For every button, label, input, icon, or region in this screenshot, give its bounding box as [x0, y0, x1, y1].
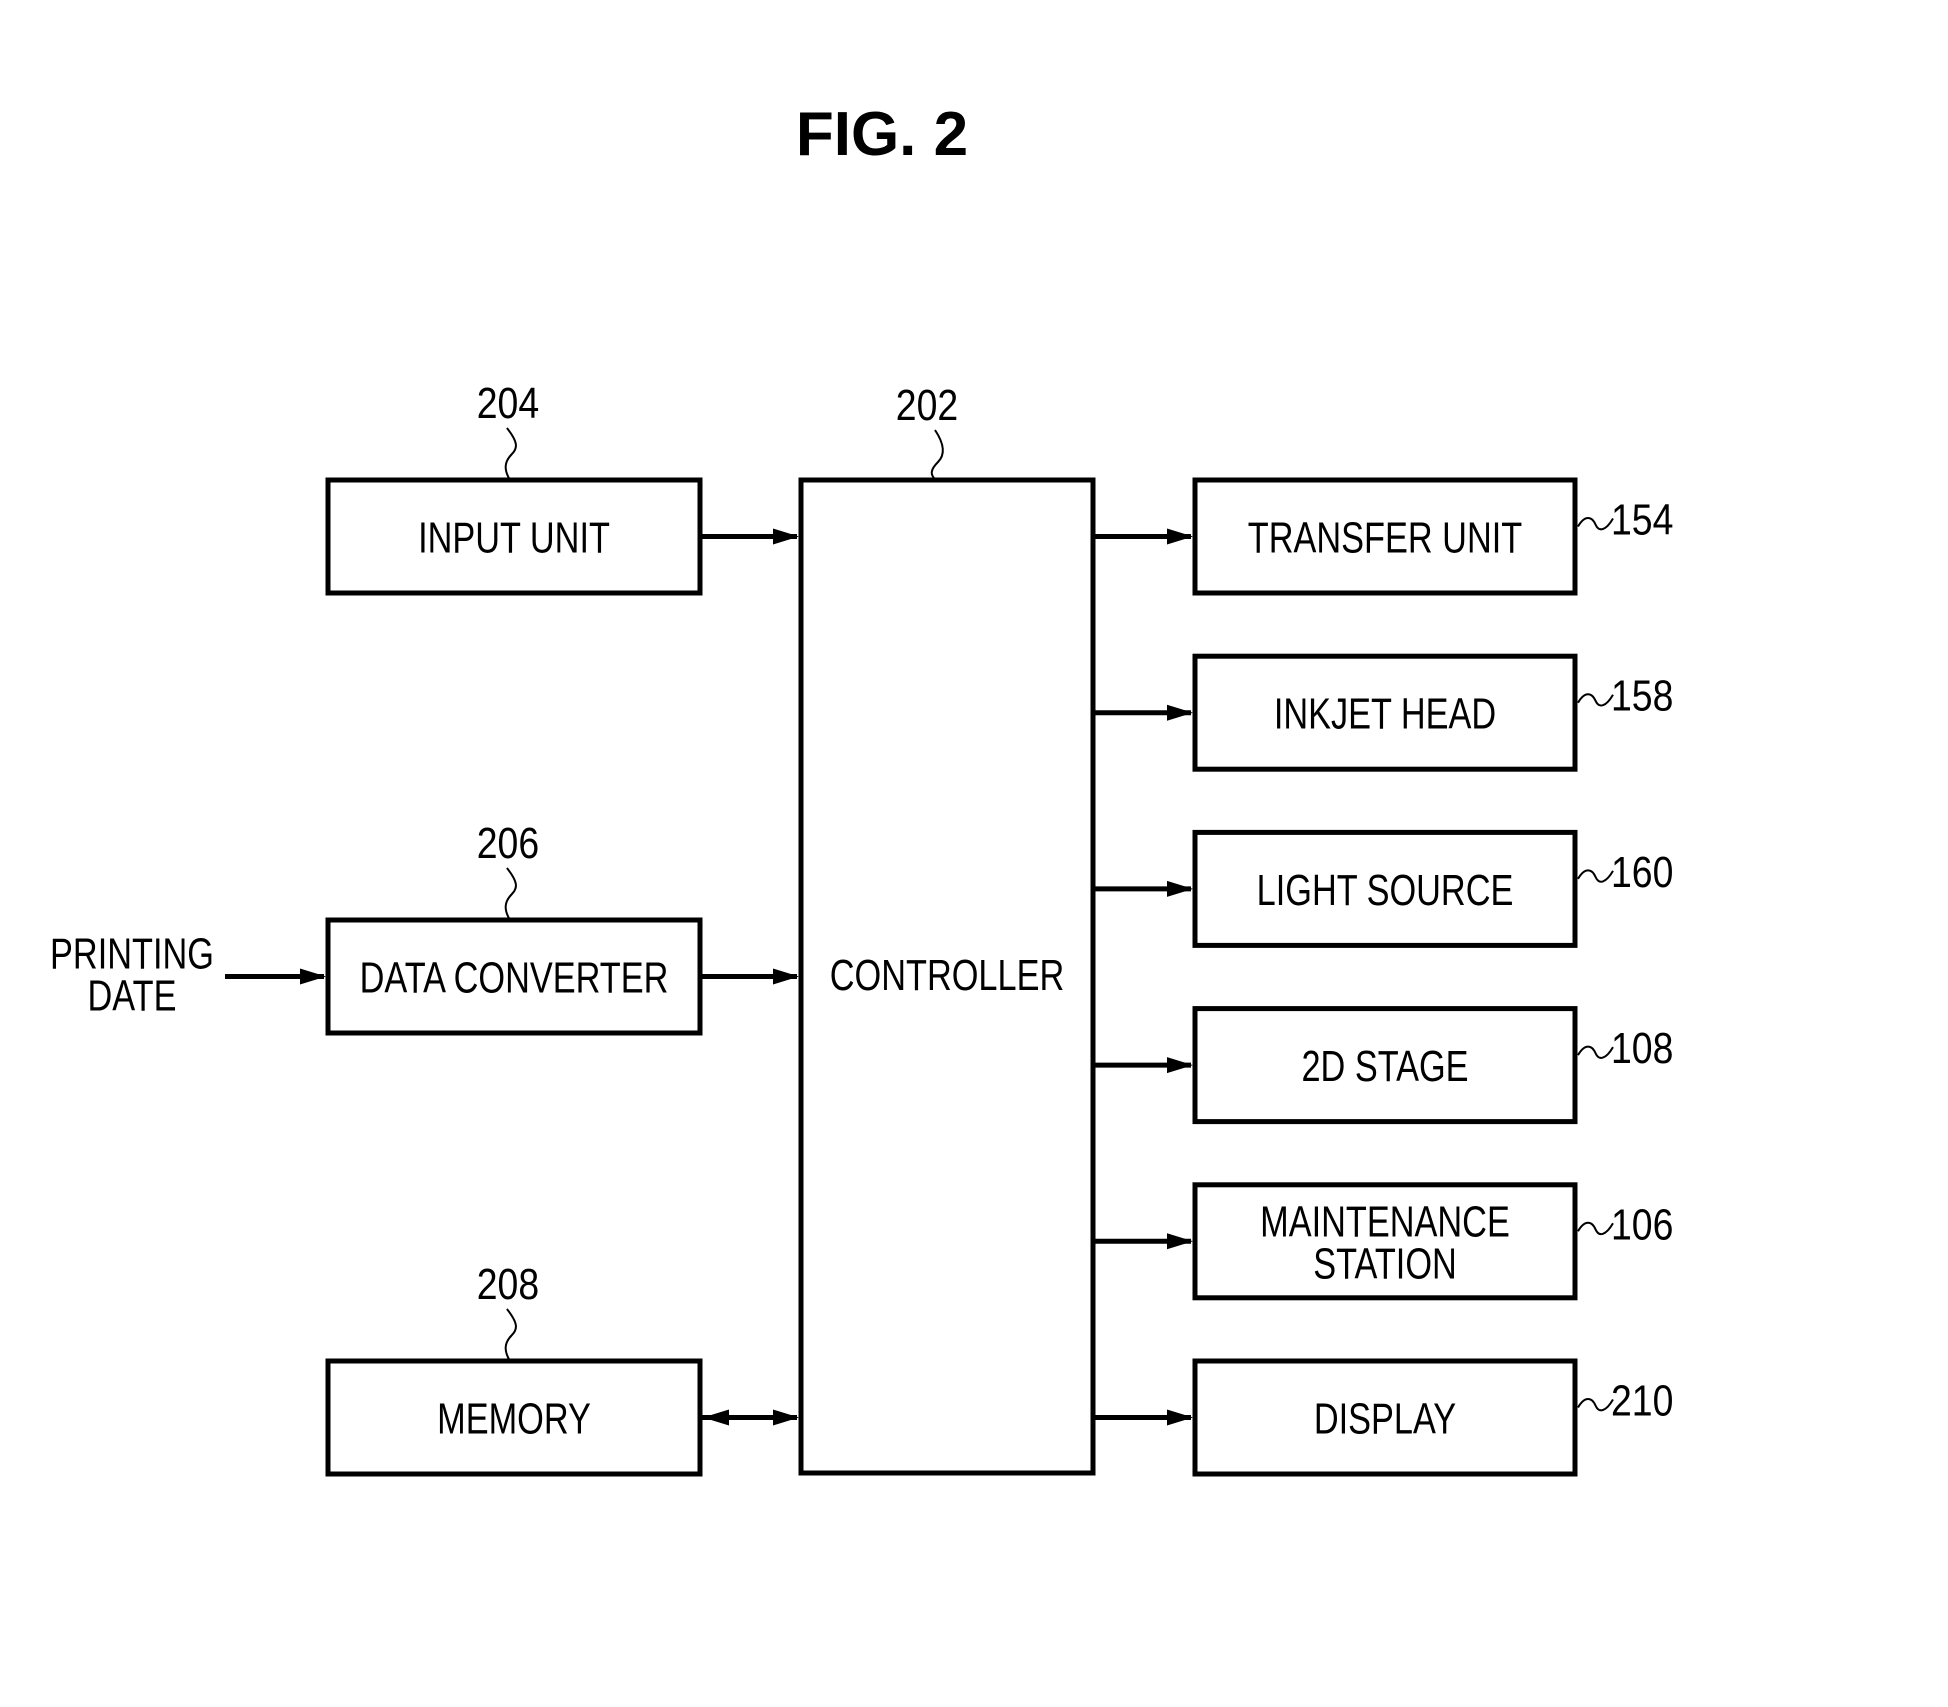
memory-ref-number: 208: [477, 1259, 539, 1309]
data-converter-block: DATA CONVERTER 206: [325, 818, 799, 1036]
left-blocks: INPUT UNIT 204 DATA CONVERTER 206 MEMORY 208: [325, 378, 799, 1477]
inkjet-head-ref-number: 158: [1611, 671, 1673, 721]
inkjet-head-block: INKJET HEAD 158: [1093, 653, 1673, 772]
2d-stage-label: 2D STAGE: [1301, 1042, 1468, 1091]
maintenance-station-block: MAINTENANCESTATION106: [1093, 1182, 1673, 1301]
input-unit-block: INPUT UNIT 204: [325, 378, 799, 596]
inkjet-head-leader-line: [1577, 693, 1614, 707]
transfer-unit-label: TRANSFER UNIT: [1248, 513, 1522, 562]
memory-arrowhead: [773, 1409, 799, 1426]
data-converter-ref-number: 206: [477, 818, 539, 868]
controller-leader-line: [930, 429, 944, 481]
transfer-unit-leader-line: [1577, 517, 1614, 531]
transfer-unit-ref-number: 154: [1611, 495, 1673, 545]
maintenance-station-leader-line: [1577, 1221, 1614, 1236]
light-source-arrowhead: [1167, 880, 1193, 897]
2d-stage-block: 2D STAGE 108: [1093, 1006, 1673, 1125]
controller-block: CONTROLLER 202: [798, 380, 1096, 1476]
input-unit-arrowhead: [773, 528, 799, 545]
block-diagram: FIG. 2 CONTROLLER 202 INPUT UNIT 204 DATA …: [50, 100, 1673, 1477]
maintenance-station-arrowhead: [1167, 1233, 1193, 1250]
data-converter-leader-line: [504, 867, 517, 921]
controller-ref-number: 202: [896, 380, 958, 430]
memory-block: MEMORY 208: [325, 1259, 799, 1477]
input-unit-ref-number: 204: [477, 378, 539, 428]
controller-label: CONTROLLER: [830, 951, 1064, 1000]
display-arrowhead: [1167, 1409, 1193, 1426]
2d-stage-leader-line: [1577, 1045, 1614, 1059]
light-source-label: LIGHT SOURCE: [1257, 866, 1514, 915]
memory-leader-line: [504, 1308, 517, 1362]
data-converter-arrowhead: [773, 968, 799, 985]
data-converter-label: DATA CONVERTER: [360, 953, 669, 1002]
2d-stage-arrowhead: [1167, 1057, 1193, 1074]
inkjet-head-label: INKJET HEAD: [1274, 690, 1496, 739]
display-leader-line: [1577, 1398, 1614, 1412]
transfer-unit-block: TRANSFER UNIT 154: [1093, 477, 1673, 596]
input-unit-label: INPUT UNIT: [418, 513, 610, 562]
2d-stage-ref-number: 108: [1611, 1023, 1673, 1073]
display-ref-number: 210: [1611, 1376, 1673, 1426]
display-label: DISPLAY: [1314, 1394, 1456, 1443]
input-unit-leader-line: [504, 427, 517, 481]
transfer-unit-arrowhead: [1167, 528, 1193, 545]
memory-label: MEMORY: [437, 1394, 591, 1443]
maintenance-station-label: STATION: [1313, 1239, 1457, 1288]
inkjet-head-arrowhead: [1167, 704, 1193, 721]
memory-arrowhead-back: [703, 1409, 729, 1426]
external-input-label-line: DATE: [88, 971, 177, 1020]
light-source-ref-number: 160: [1611, 847, 1673, 897]
maintenance-station-ref-number: 106: [1611, 1199, 1673, 1249]
external-input: PRINTINGDATE: [50, 929, 326, 1021]
figure-title: FIG. 2: [796, 100, 968, 169]
light-source-leader-line: [1577, 869, 1614, 883]
light-source-block: LIGHT SOURCE 160: [1093, 829, 1673, 948]
right-blocks: TRANSFER UNIT 154 INKJET HEAD 158 LIGHT SOUR…: [1093, 477, 1673, 1477]
external-input-arrowhead: [300, 968, 326, 985]
display-block: DISPLAY 210: [1093, 1358, 1673, 1477]
